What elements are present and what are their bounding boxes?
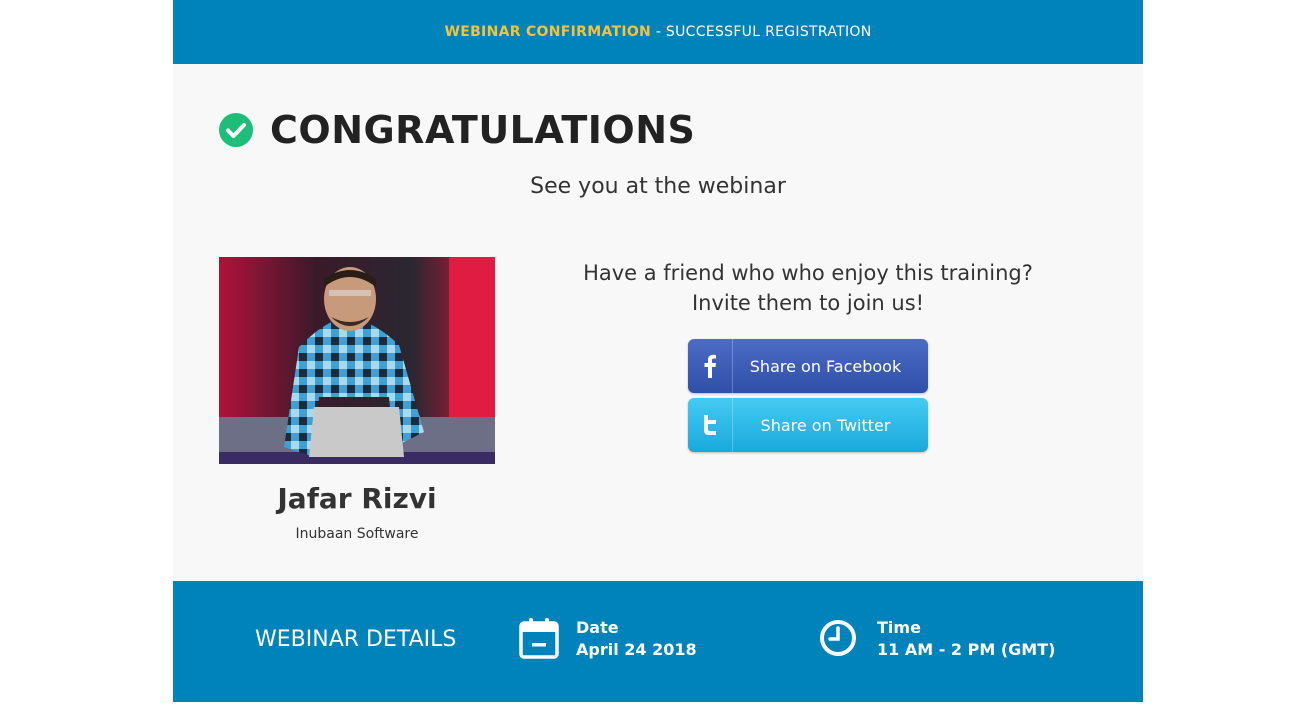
hero-heading: CONGRATULATIONS — [219, 108, 695, 152]
presenter-company: Inubaan Software — [295, 526, 419, 542]
banner-text: - SUCCESSFUL REGISTRATION — [651, 24, 872, 40]
banner-accent-text: WEBINAR CONFIRMATION — [444, 24, 652, 40]
confirmation-page: WEBINAR CONFIRMATION - SUCCESSFUL REGIST… — [173, 0, 1143, 702]
calendar-icon — [519, 618, 559, 659]
presenter-name: Jafar Rizvi — [277, 482, 437, 515]
twitter-icon — [688, 398, 733, 452]
webinar-time: Time 11 AM - 2 PM (GMT) — [819, 617, 1055, 661]
time-label: Time — [877, 618, 921, 637]
check-circle-icon — [219, 113, 253, 147]
share-facebook-label: Share on Facebook — [749, 356, 902, 376]
invite-line-2: Invite them to join us! — [691, 291, 925, 315]
facebook-icon — [688, 339, 733, 393]
share-twitter-button[interactable]: Share on Twitter — [688, 398, 928, 452]
top-banner: WEBINAR CONFIRMATION - SUCCESSFUL REGIST… — [173, 0, 1143, 64]
page-title: CONGRATULATIONS — [270, 108, 696, 152]
clock-icon — [820, 620, 856, 656]
presenter-photo — [219, 257, 495, 464]
time-value: 11 AM - 2 PM (GMT) — [877, 640, 1056, 659]
page-subtitle: See you at the webinar — [530, 174, 786, 199]
share-twitter-label: Share on Twitter — [760, 415, 891, 435]
date-value: April 24 2018 — [576, 640, 697, 659]
invite-text: Have a friend who who enjoy this trainin… — [563, 258, 1053, 318]
webinar-details-heading: WEBINAR DETAILS — [255, 627, 457, 652]
share-facebook-button[interactable]: Share on Facebook — [688, 339, 928, 393]
webinar-date: Date April 24 2018 — [518, 617, 697, 661]
invite-line-1: Have a friend who who enjoy this trainin… — [583, 261, 1033, 285]
date-label: Date — [576, 618, 619, 637]
webinar-details-footer: WEBINAR DETAILS Date April 24 2018 Time — [173, 581, 1143, 702]
